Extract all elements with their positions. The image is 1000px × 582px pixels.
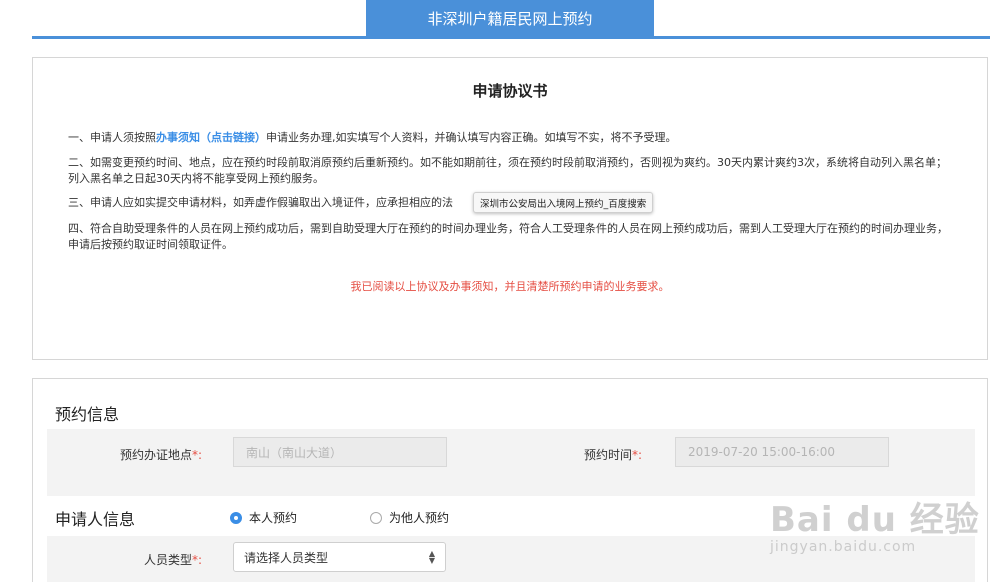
required-mark: *: (191, 553, 202, 567)
radio-other-label: 为他人预约 (389, 511, 450, 525)
booking-section-title: 预约信息 (55, 405, 120, 424)
agreement-clause-4: 四、符合自助受理条件的人员在网上预约成功后，需到自助受理大厅在预约的时间办理业务… (68, 222, 948, 251)
person-type-placeholder: 请选择人员类型 (244, 550, 329, 565)
required-mark: *: (191, 448, 202, 462)
location-label-text: 预约办证地点 (119, 448, 192, 462)
person-type-select[interactable]: 请选择人员类型 ▲ ▼ (233, 542, 446, 572)
location-label: 预约办证地点*: (87, 446, 202, 463)
applicant-section-title: 申请人信息 (55, 510, 136, 529)
tab-non-shenzhen-booking[interactable]: 非深圳户籍居民网上预约 (366, 0, 654, 36)
watermark-url: jingyan.baidu.com (770, 539, 917, 555)
radio-other-booking[interactable]: 为他人预约 (370, 509, 449, 526)
radio-self-label: 本人预约 (249, 511, 298, 525)
booking-row: 预约办证地点*: 南山（南山大道） 预约时间*: 2019-07-20 15:0… (47, 429, 975, 496)
agreement-confirm-text: 我已阅读以上协议及办事须知，并且清楚所预约申请的业务要求。 (350, 280, 670, 293)
person-type-label: 人员类型*: (87, 551, 202, 568)
agreement-panel: 申请协议书 一、申请人须按照办事须知（点击链接）申请业务办理,如实填写个人资料，… (32, 57, 988, 360)
time-field: 2019-07-20 15:00-16:00 (675, 437, 889, 467)
time-label: 预约时间*: (547, 446, 642, 463)
tab-underline (32, 36, 990, 39)
watermark-logo: Bai du 经验 (770, 500, 980, 540)
person-type-label-text: 人员类型 (143, 553, 192, 567)
agreement-clause-1: 一、申请人须按照办事须知（点击链接）申请业务办理,如实填写个人资料，并确认填写内… (68, 130, 953, 146)
clause-1-prefix: 一、申请人须按照 (68, 131, 156, 144)
select-arrows-icon: ▲ ▼ (428, 549, 435, 565)
agreement-clause-2: 二、如需变更预约时间、地点，应在预约时段前取消原预约后重新预约。如不能如期前往，… (68, 156, 947, 185)
guidelines-link[interactable]: 办事须知（点击链接） (156, 131, 266, 144)
search-tooltip: 深圳市公安局出入境网上预约_百度搜索 (473, 192, 654, 213)
radio-unselected-icon (370, 511, 382, 524)
time-label-text: 预约时间 (583, 448, 632, 462)
radio-selected-icon (230, 511, 242, 524)
location-field: 南山（南山大道） (233, 437, 447, 467)
radio-self-booking[interactable]: 本人预约 (230, 509, 297, 526)
baidu-jingyan-watermark: Bai du 经验 jingyan.baidu.com (770, 492, 980, 555)
agreement-title: 申请协议书 (472, 82, 548, 100)
required-mark: *: (631, 448, 642, 462)
clause-1-suffix: 申请业务办理,如实填写个人资料，并确认填写内容正确。如填写不实，将不予受理。 (266, 131, 677, 144)
